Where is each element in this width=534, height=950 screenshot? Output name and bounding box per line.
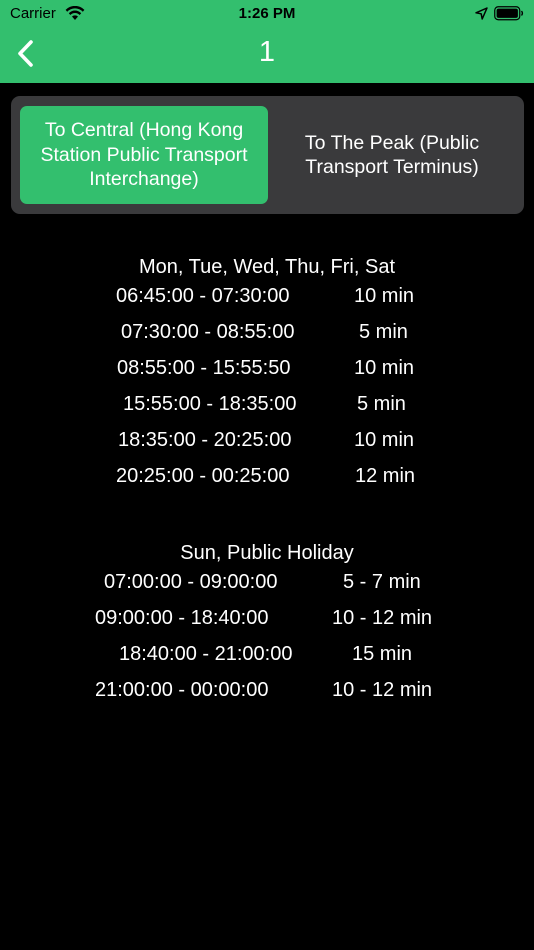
time-range: 15:55:00 - 18:35:00: [123, 393, 297, 415]
page-title: 1: [258, 36, 276, 68]
schedule-row: 18:40:00 - 21:00:00 15 min: [0, 640, 534, 676]
schedule-section-weekday: Mon, Tue, Wed, Thu, Fri, Sat 06:45:00 - …: [0, 252, 534, 498]
schedule-row: 07:30:00 - 08:55:00 5 min: [0, 318, 534, 354]
frequency: 10 - 12 min: [332, 679, 433, 701]
frequency: 15 min: [352, 643, 413, 665]
time-range: 18:35:00 - 20:25:00: [118, 429, 292, 451]
frequency: 10 min: [354, 357, 415, 379]
location-arrow-icon: [475, 7, 488, 24]
frequency: 10 min: [354, 429, 415, 451]
segment-to-central[interactable]: To Central (Hong Kong Station Public Tra…: [20, 106, 268, 204]
schedule-row: 07:00:00 - 09:00:00 5 - 7 min: [0, 568, 534, 604]
time-range: 07:30:00 - 08:55:00: [121, 321, 295, 343]
schedule-section-sunday-holiday: Sun, Public Holiday 07:00:00 - 09:00:00 …: [0, 538, 534, 712]
schedule-row: 18:35:00 - 20:25:00 10 min: [0, 426, 534, 462]
battery-icon: [494, 6, 524, 25]
schedule-days-label: Mon, Tue, Wed, Thu, Fri, Sat: [138, 256, 396, 278]
time-range: 09:00:00 - 18:40:00: [95, 607, 269, 629]
frequency: 5 min: [357, 393, 406, 415]
frequency: 12 min: [355, 465, 416, 487]
direction-segmented-control: To Central (Hong Kong Station Public Tra…: [11, 96, 524, 214]
schedule-row: 15:55:00 - 18:35:00 5 min: [0, 390, 534, 426]
schedule-row: 20:25:00 - 00:25:00 12 min: [0, 462, 534, 498]
schedule-row: 06:45:00 - 07:30:00 10 min: [0, 282, 534, 318]
time-range: 06:45:00 - 07:30:00: [116, 285, 290, 307]
frequency: 10 min: [354, 285, 415, 307]
clock: 1:26 PM: [238, 5, 296, 22]
time-range: 08:55:00 - 15:55:50: [117, 357, 291, 379]
frequency: 5 min: [359, 321, 408, 343]
navigation-bar: 1: [0, 28, 534, 83]
time-range: 21:00:00 - 00:00:00: [95, 679, 269, 701]
header-bar: Carrier 1:26 PM 1: [0, 0, 534, 83]
schedule-row: 09:00:00 - 18:40:00 10 - 12 min: [0, 604, 534, 640]
schedule-row: 21:00:00 - 00:00:00 10 - 12 min: [0, 676, 534, 712]
schedule-list: Mon, Tue, Wed, Thu, Fri, Sat 06:45:00 - …: [0, 252, 534, 712]
time-range: 20:25:00 - 00:25:00: [116, 465, 290, 487]
time-range: 18:40:00 - 21:00:00: [119, 643, 293, 665]
time-range: 07:00:00 - 09:00:00: [104, 571, 278, 593]
schedule-row: 08:55:00 - 15:55:50 10 min: [0, 354, 534, 390]
frequency: 10 - 12 min: [332, 607, 433, 629]
frequency: 5 - 7 min: [343, 571, 421, 593]
segment-to-the-peak[interactable]: To The Peak (Public Transport Terminus): [268, 106, 516, 204]
status-bar: Carrier 1:26 PM: [0, 0, 534, 28]
schedule-days-label: Sun, Public Holiday: [180, 542, 354, 564]
